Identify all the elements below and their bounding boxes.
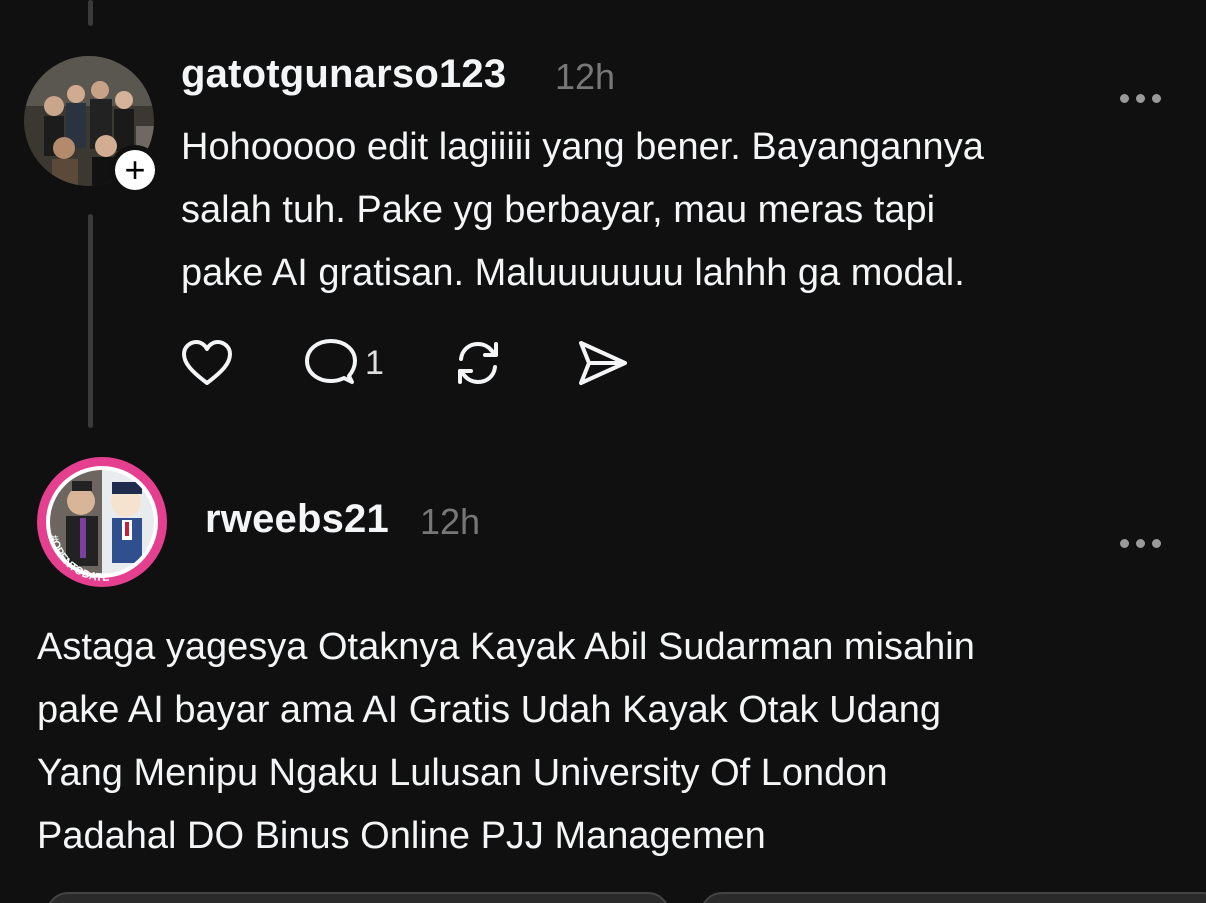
text-line: salah tuh. Pake yg berbayar, mau meras t… [181,189,936,231]
plus-icon: + [115,150,155,190]
media-thumbnail[interactable] [46,892,670,903]
repost-icon [457,341,498,385]
avatar[interactable]: + [24,56,160,195]
follow-button[interactable]: + [110,145,160,195]
like-button[interactable] [181,339,233,387]
thread-view: + gatotgunarso123 12h Hohooooo edit lagi… [0,0,1206,903]
text-line: Yang Menipu Ngaku Lulusan University Of … [37,752,888,794]
username[interactable]: rweebs21 [205,497,389,542]
reply-count: 1 [365,343,384,382]
send-icon [578,341,627,385]
text-line: Hohooooo edit lagiiiii yang bener. Bayan… [181,126,984,168]
heart-icon [182,340,232,385]
repost-button[interactable] [452,338,504,388]
reply-button[interactable]: 1 [305,338,384,388]
username[interactable]: gatotgunarso123 [181,52,506,97]
more-icon[interactable] [1120,70,1168,110]
text-line: Astaga yagesya Otaknya Kayak Abil Sudarm… [37,626,975,668]
more-icon[interactable] [1120,515,1168,555]
comment-text: Hohooooo edit lagiiiii yang bener. Bayan… [181,116,984,305]
share-button[interactable] [576,338,628,388]
text-line: pake AI bayar ama AI Gratis Udah Kayak O… [37,689,942,731]
action-bar: 1 [181,338,700,388]
thread-connector-top [88,0,93,26]
comment-icon [305,339,357,384]
timestamp: 12h [555,56,616,97]
thread-connector [88,214,93,428]
avatar-photo: #OPENTODATE [37,457,167,587]
comment-text: Astaga yagesya Otaknya Kayak Abil Sudarm… [37,616,975,868]
media-thumbnail[interactable] [700,892,1206,903]
text-line: pake AI gratisan. Maluuuuuuu lahhh ga mo… [181,252,965,294]
avatar[interactable]: #OPENTODATE [36,456,168,588]
text-line: Padahal DO Binus Online PJJ Managemen [37,815,766,857]
timestamp: 12h [420,501,481,542]
